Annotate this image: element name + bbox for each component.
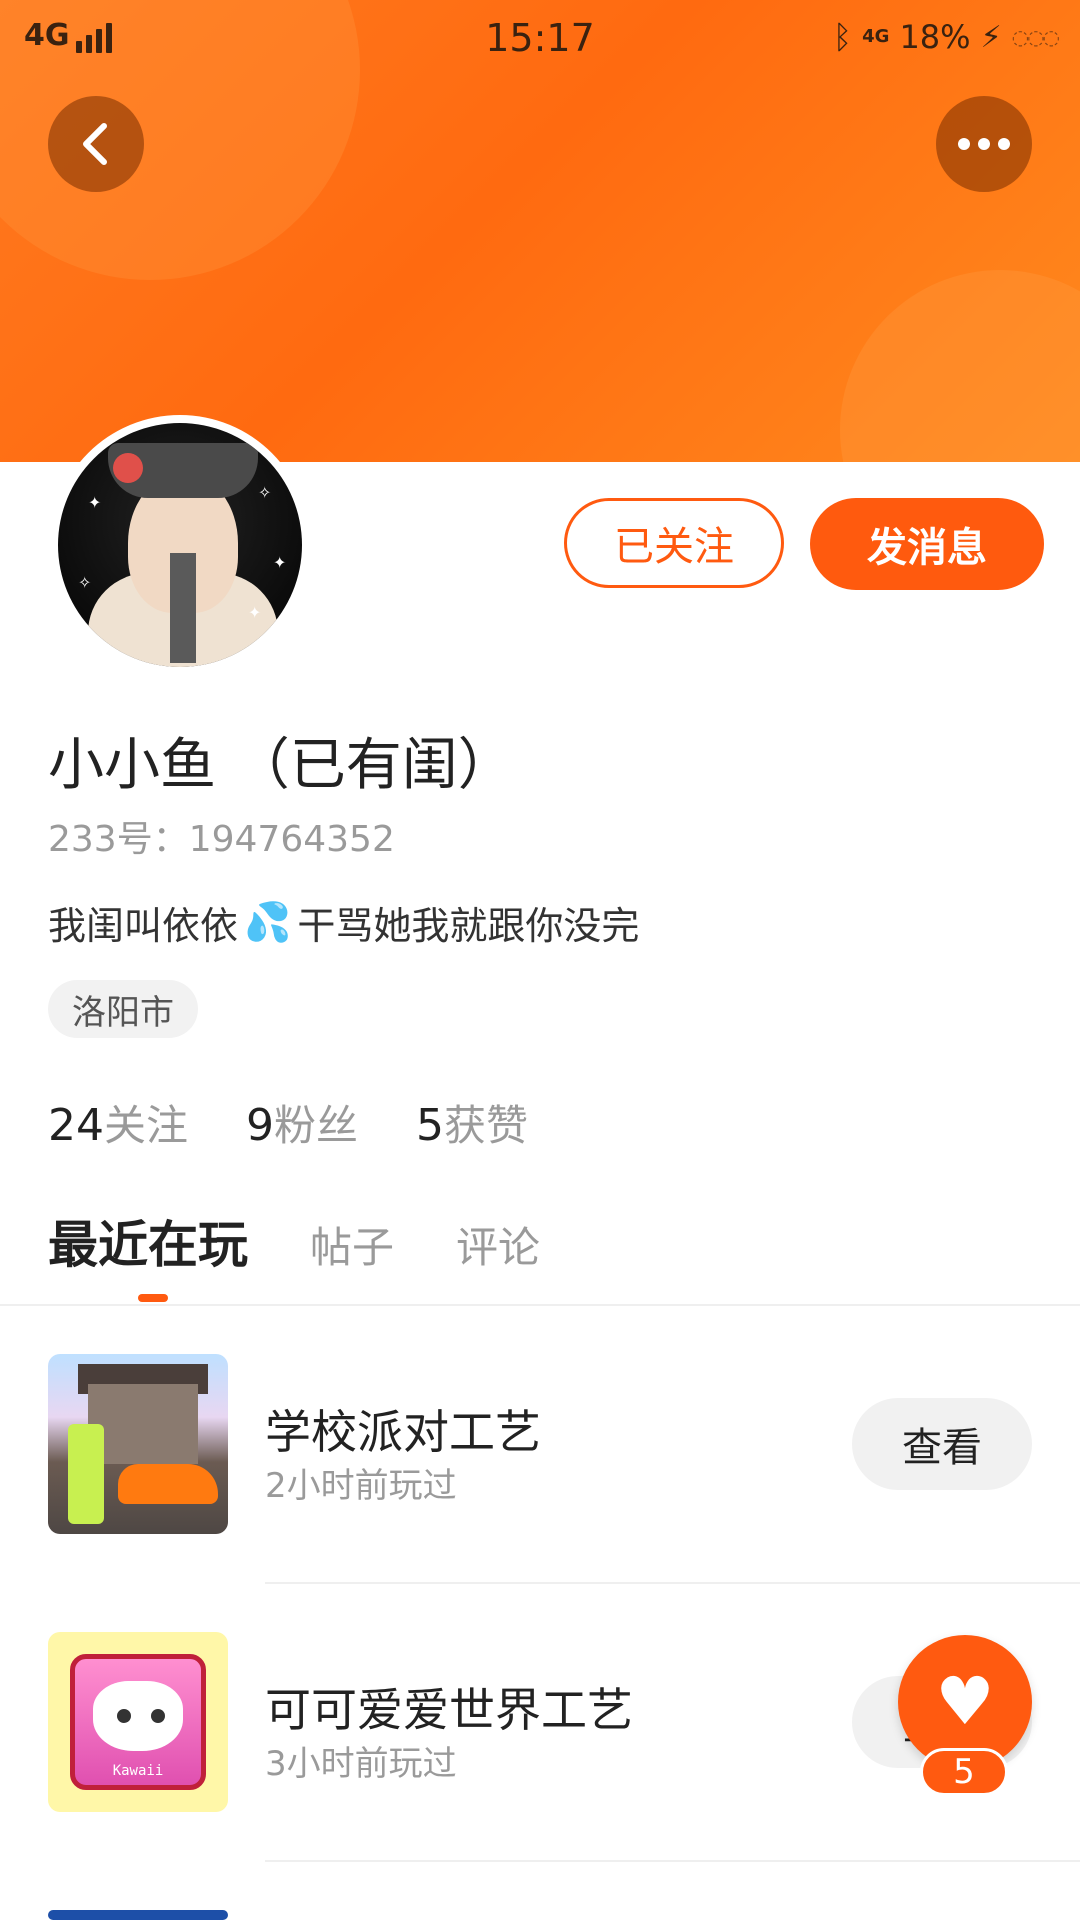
game-thumbnail xyxy=(48,1910,228,1920)
heart-icon: ♥ xyxy=(935,1663,995,1740)
game-thumbnail: Kawaii xyxy=(48,1632,228,1812)
divider xyxy=(265,1860,1080,1862)
stat-number: 5 xyxy=(416,1100,445,1151)
more-icon xyxy=(958,138,1010,150)
stat-following[interactable]: 24关注 xyxy=(48,1092,188,1153)
status-right: ᛒ 4G 18% ⚡ ◌◌◌ xyxy=(832,18,1060,56)
back-button[interactable] xyxy=(48,96,144,192)
user-id: 233号：194764352 xyxy=(48,810,395,862)
stat-label: 粉丝 xyxy=(274,1101,359,1150)
bio: 我闺叫依依 💦 干骂她我就跟你没完 xyxy=(48,895,639,950)
avatar[interactable]: ✦ ✧ ✦ ✧ ✦ xyxy=(50,415,310,675)
location-tag[interactable]: 洛阳市 xyxy=(48,980,198,1038)
status-bar: 4G 15:17 ᛒ 4G 18% ⚡ ◌◌◌ xyxy=(0,0,1080,76)
tab-recently-played[interactable]: 最近在玩 xyxy=(48,1205,248,1277)
banner-decoration xyxy=(840,270,1080,462)
game-played-time: 2小时前玩过 xyxy=(265,1466,457,1506)
tab-comments[interactable]: 评论 xyxy=(456,1214,540,1275)
chevron-left-icon xyxy=(83,123,107,165)
active-tab-indicator xyxy=(138,1294,168,1302)
stat-likes[interactable]: 5获赞 xyxy=(416,1092,528,1153)
sweat-drops-emoji: 💦 xyxy=(244,900,292,944)
send-message-button[interactable]: 发消息 xyxy=(810,498,1044,590)
username: 小小鱼 （已有闺） xyxy=(48,733,514,798)
profile-tabs: 最近在玩 帖子 评论 xyxy=(48,1205,540,1277)
game-thumbnail xyxy=(48,1354,228,1534)
tab-posts[interactable]: 帖子 xyxy=(310,1214,394,1275)
stat-number: 24 xyxy=(48,1100,104,1151)
thumbnail-text: Kawaii xyxy=(112,1763,164,1779)
followed-button[interactable]: 已关注 xyxy=(564,498,784,588)
network-type-right: 4G xyxy=(862,26,890,47)
user-id-value: 194764352 xyxy=(188,819,395,860)
notification-icons: ◌◌◌ xyxy=(1011,25,1060,49)
more-button[interactable] xyxy=(936,96,1032,192)
bio-text-start: 我闺叫依依 xyxy=(48,904,239,948)
bio-text-end: 干骂她我就跟你没完 xyxy=(297,904,640,948)
stat-label: 关注 xyxy=(104,1101,189,1150)
charging-icon: ⚡ xyxy=(980,19,1002,55)
user-id-label: 233号： xyxy=(48,819,189,860)
view-button[interactable]: 查看 xyxy=(852,1398,1032,1490)
stat-fans[interactable]: 9粉丝 xyxy=(246,1092,358,1153)
game-list-item[interactable]: 学校派对工艺 2小时前玩过 查看 xyxy=(0,1306,1080,1584)
game-title: 可可爱爱世界工艺 xyxy=(265,1683,633,1737)
profile-stats: 24关注 9粉丝 5获赞 xyxy=(48,1092,528,1153)
stat-number: 9 xyxy=(246,1100,275,1151)
game-played-time: 3小时前玩过 xyxy=(265,1744,457,1784)
bluetooth-icon: ᛒ xyxy=(832,18,853,56)
stat-label: 获赞 xyxy=(444,1101,529,1150)
avatar-image: ✦ ✧ ✦ ✧ ✦ xyxy=(58,423,302,667)
battery-percent: 18% xyxy=(899,18,971,56)
like-count-badge: 5 xyxy=(920,1748,1008,1796)
game-title: 学校派对工艺 xyxy=(265,1405,541,1459)
